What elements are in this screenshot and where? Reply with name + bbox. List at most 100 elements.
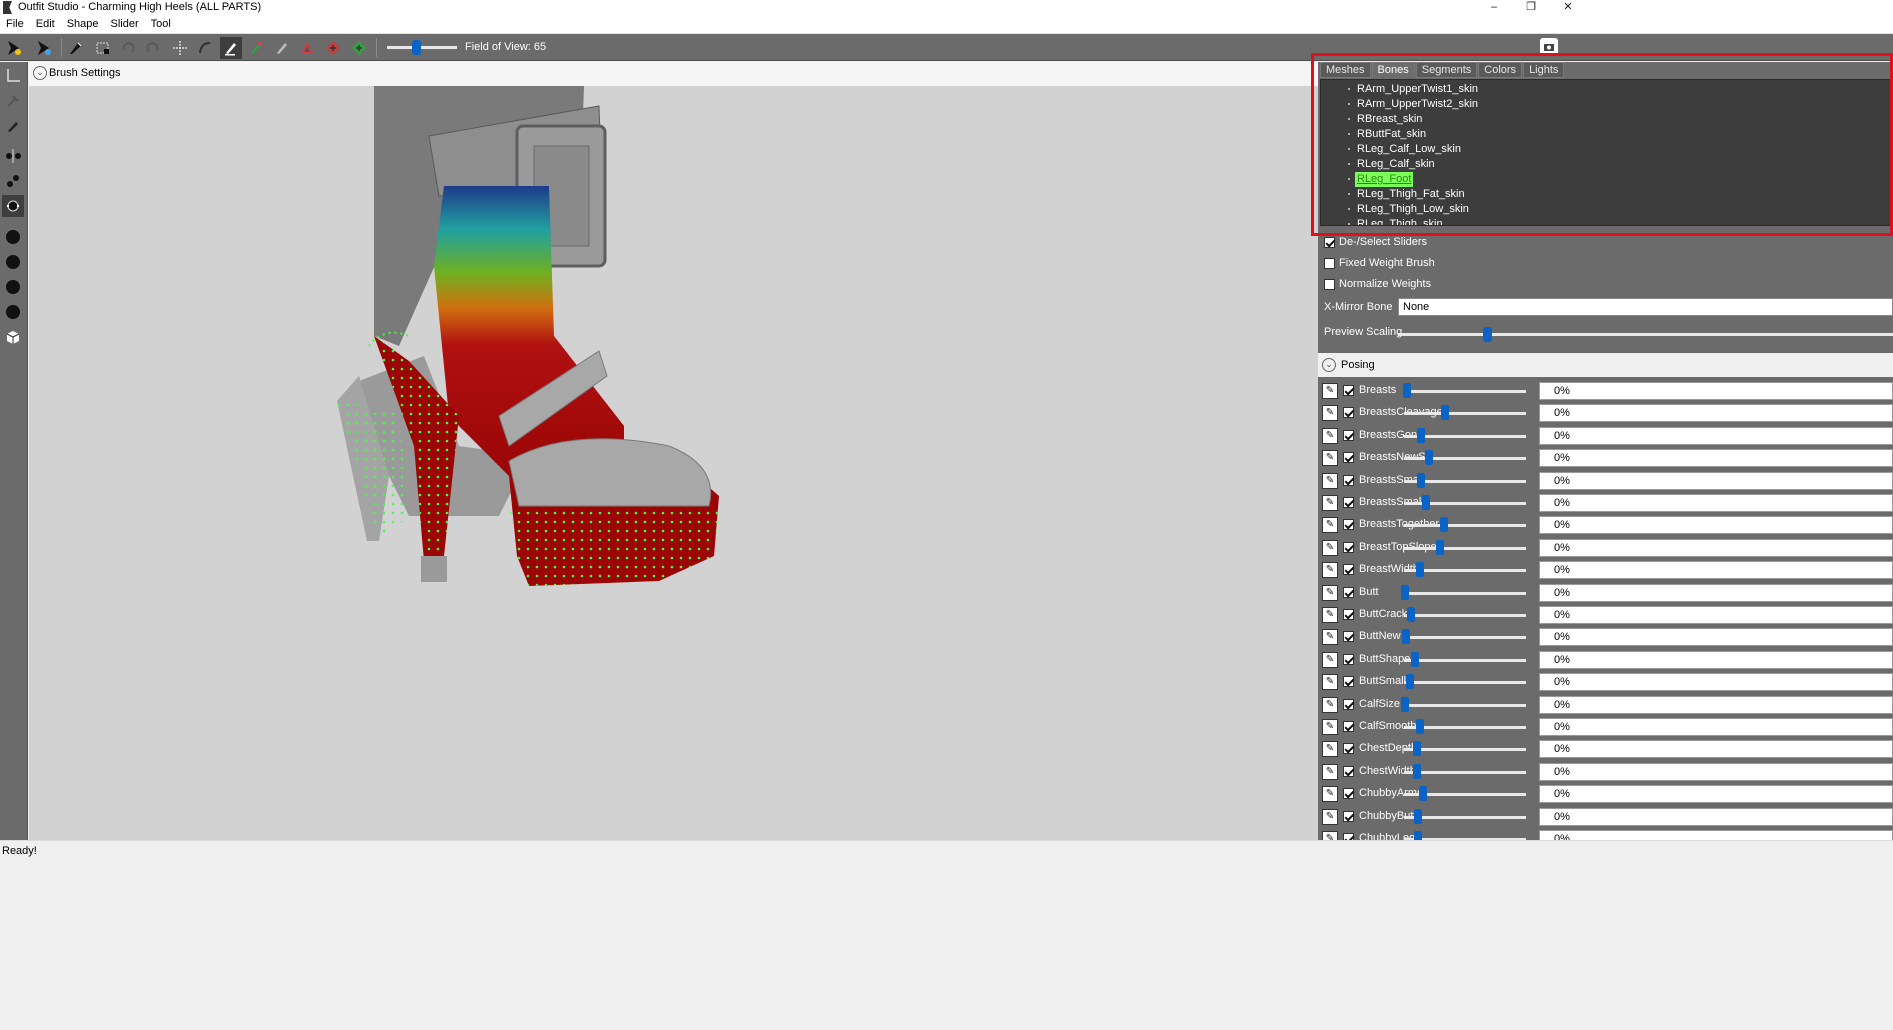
slider-checkbox[interactable] [1343,519,1354,531]
slider-checkbox[interactable] [1343,407,1354,419]
edit-slider-icon[interactable]: ✎ [1322,607,1338,623]
slider-thumb[interactable] [1405,674,1414,690]
slider-checkbox[interactable] [1343,743,1354,755]
edit-slider-icon[interactable]: ✎ [1322,472,1338,489]
slider-thumb[interactable] [1436,539,1445,555]
edit-slider-icon[interactable]: ✎ [1322,539,1338,556]
camera-icon[interactable] [1540,38,1558,56]
select-tool-icon[interactable] [3,37,25,59]
xmirror-select[interactable]: None [1398,298,1893,316]
normalize-weights-option[interactable]: Normalize Weights [1324,275,1431,293]
color-brush-icon[interactable] [245,37,267,59]
slider-track[interactable] [1404,748,1526,752]
slider-track[interactable] [1404,703,1526,707]
slider-value-field[interactable]: 0% [1539,583,1893,602]
slider-thumb[interactable] [1441,405,1450,421]
tree-item[interactable]: RArm_UpperTwist1_skin [1348,82,1478,97]
edit-slider-icon[interactable]: ✎ [1322,719,1338,735]
connected-icon[interactable] [2,170,24,192]
edit-slider-icon[interactable]: ✎ [1322,629,1338,646]
box-select-icon[interactable] [92,37,114,59]
slider-value-field[interactable]: 0% [1539,538,1893,557]
slider-thumb[interactable] [1410,651,1419,667]
slider-track[interactable] [1404,681,1526,685]
slider-checkbox[interactable] [1343,765,1354,777]
brush-size-small-icon[interactable] [2,226,24,248]
xray-icon[interactable] [2,195,24,217]
tree-item[interactable]: RLeg_Calf_Low_skin [1348,142,1461,157]
slider-checkbox[interactable] [1343,721,1354,732]
slider-track[interactable] [1404,815,1526,819]
slider-checkbox[interactable] [1343,429,1354,441]
edit-slider-icon[interactable]: ✎ [1322,517,1338,534]
fixed-weight-option[interactable]: Fixed Weight Brush [1324,254,1435,272]
tree-item[interactable]: RLeg_Calf_skin [1348,157,1435,172]
inflate-icon[interactable] [348,37,370,59]
edit-slider-icon[interactable]: ✎ [1322,651,1338,668]
brush-size-xlarge-icon[interactable] [2,301,24,323]
close-button[interactable]: ✕ [1548,0,1588,16]
slider-checkbox[interactable] [1343,833,1354,840]
slider-value-field[interactable]: 0% [1539,718,1893,736]
menu-edit[interactable]: Edit [30,16,61,33]
slider-checkbox[interactable] [1343,810,1354,822]
redo-icon[interactable] [142,37,164,59]
alpha-brush-icon[interactable] [271,37,293,59]
slider-track[interactable] [1404,457,1526,461]
slider-checkbox[interactable] [1343,385,1354,396]
edit-slider-icon[interactable]: ✎ [1322,495,1338,511]
mirror-icon[interactable] [2,145,24,167]
pencil-icon[interactable] [2,115,24,137]
slider-value-field[interactable]: 0% [1539,628,1893,647]
edit-slider-icon[interactable]: ✎ [1322,383,1338,399]
preview-scaling-thumb[interactable] [1483,327,1492,342]
shoe-model[interactable] [29,86,1318,840]
move-icon[interactable] [169,37,191,59]
tab-segments[interactable]: Segments [1415,62,1478,78]
slider-value-field[interactable]: 0% [1539,404,1893,423]
deselect-sliders-option[interactable]: De-/Select Sliders [1324,233,1427,251]
slider-value-field[interactable]: 0% [1539,762,1893,781]
slider-value-field[interactable]: 0% [1539,606,1893,624]
slider-thumb[interactable] [1401,584,1409,600]
minimize-button[interactable]: – [1474,0,1514,16]
slider-checkbox[interactable] [1343,497,1354,508]
tree-item[interactable]: RArm_UpperTwist2_skin [1348,97,1478,112]
slider-value-field[interactable]: 0% [1539,516,1893,535]
slider-value-field[interactable]: 0% [1539,830,1893,840]
slider-checkbox[interactable] [1343,474,1354,486]
cube-icon[interactable] [2,326,24,348]
slider-thumb[interactable] [1416,472,1425,488]
edit-slider-icon[interactable]: ✎ [1322,808,1338,825]
slider-value-field[interactable]: 0% [1539,494,1893,512]
brush-size-medium-icon[interactable] [2,251,24,273]
slider-track[interactable] [1404,770,1526,774]
undo-icon[interactable] [117,37,139,59]
tab-meshes[interactable]: Meshes [1320,62,1371,78]
brush-settings-header[interactable]: ⌄ Brush Settings [29,62,1318,86]
tab-bones[interactable]: Bones [1371,62,1415,78]
slider-track[interactable] [1404,524,1526,528]
slider-track[interactable] [1404,390,1526,393]
slider-track[interactable] [1404,614,1526,617]
tree-item[interactable]: RLeg_Thigh_skin [1348,217,1443,225]
slider-track[interactable] [1404,636,1526,640]
restore-button[interactable]: ❐ [1511,0,1551,16]
slider-value-field[interactable]: 0% [1539,471,1893,490]
edit-slider-icon[interactable]: ✎ [1322,562,1338,579]
pin-icon[interactable] [2,90,24,112]
slider-checkbox[interactable] [1343,676,1354,688]
fov-slider-track[interactable] [387,46,457,49]
posing-header[interactable]: ⌄ Posing [1318,353,1893,377]
slider-value-field[interactable]: 0% [1539,740,1893,759]
slider-value-field[interactable]: 0% [1539,807,1893,826]
edit-slider-icon[interactable]: ✎ [1322,584,1338,601]
weight-brush-icon[interactable] [220,37,242,59]
deselect-sliders-checkbox[interactable] [1324,236,1335,248]
slider-checkbox[interactable] [1343,653,1354,665]
slider-value-field[interactable]: 0% [1539,650,1893,669]
edit-slider-icon[interactable]: ✎ [1322,696,1338,713]
tree-item[interactable]: RLeg_Thigh_Low_skin [1348,202,1469,217]
tree-item[interactable]: RBreast_skin [1348,112,1422,127]
slider-value-field[interactable]: 0% [1539,695,1893,714]
